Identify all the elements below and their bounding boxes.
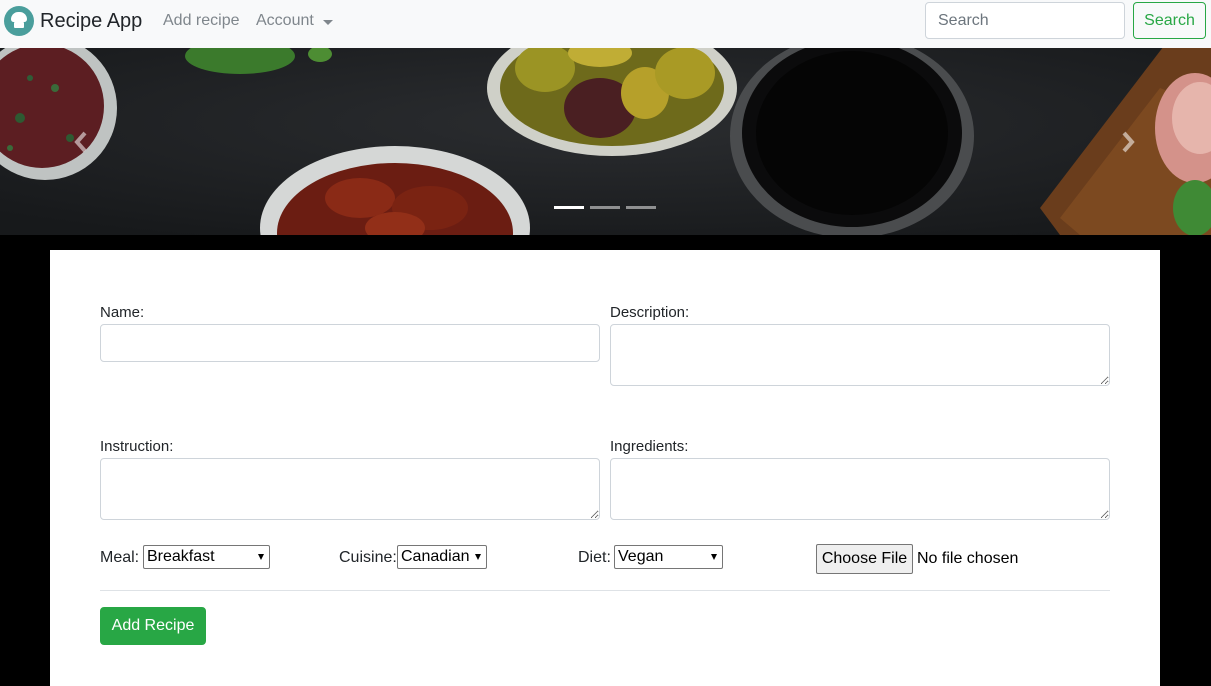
- name-label: Name:: [100, 304, 145, 321]
- cuisine-label: Cuisine:: [339, 549, 397, 566]
- name-input[interactable]: [100, 324, 600, 362]
- nav-account-label: Account: [256, 12, 314, 29]
- file-status-text: No file chosen: [917, 550, 1019, 567]
- carousel-next-control[interactable]: [1088, 48, 1168, 235]
- navbar: Recipe App Add recipe Account Search: [0, 0, 1211, 48]
- dropdown-arrow-icon: [258, 554, 264, 560]
- add-recipe-button[interactable]: Add Recipe: [100, 607, 206, 645]
- cuisine-select[interactable]: Canadian: [397, 545, 487, 569]
- diet-label: Diet:: [578, 549, 611, 566]
- nav-add-recipe-link[interactable]: Add recipe: [163, 12, 240, 30]
- carousel-prev-control[interactable]: [41, 48, 121, 235]
- description-label: Description:: [610, 304, 690, 321]
- description-textarea[interactable]: [610, 324, 1110, 386]
- diet-select-value: Vegan: [618, 548, 664, 565]
- choose-file-button[interactable]: Choose File: [816, 544, 913, 574]
- carousel-indicator-3[interactable]: [626, 206, 656, 209]
- instruction-label: Instruction:: [100, 438, 174, 455]
- dropdown-arrow-icon: [711, 554, 717, 560]
- carousel-indicators: [554, 206, 656, 209]
- add-recipe-form: Name: Description: Instruction: Ingredie…: [50, 250, 1160, 686]
- brand-link[interactable]: Recipe App: [4, 5, 142, 37]
- chevron-right-icon: [1122, 131, 1135, 152]
- chef-hat-icon: [4, 6, 34, 36]
- ingredients-label: Ingredients:: [610, 438, 689, 455]
- dropdown-arrow-icon: [475, 554, 481, 560]
- carousel-indicator-2[interactable]: [590, 206, 620, 209]
- instruction-textarea[interactable]: [100, 458, 600, 520]
- meal-select-value: Breakfast: [147, 548, 215, 565]
- carousel-indicator-1[interactable]: [554, 206, 584, 209]
- diet-select[interactable]: Vegan: [614, 545, 723, 569]
- image-carousel: [0, 48, 1211, 235]
- form-divider: [100, 590, 1110, 591]
- brand-title: Recipe App: [40, 9, 143, 32]
- caret-down-icon: [322, 19, 333, 25]
- cuisine-select-value: Canadian: [401, 548, 470, 565]
- meal-label: Meal:: [100, 549, 140, 566]
- chevron-left-icon: [74, 131, 87, 152]
- search-input[interactable]: [925, 2, 1125, 39]
- search-button[interactable]: Search: [1133, 2, 1206, 39]
- ingredients-textarea[interactable]: [610, 458, 1110, 520]
- nav-account-dropdown[interactable]: Account: [256, 12, 333, 30]
- meal-select[interactable]: Breakfast: [143, 545, 270, 569]
